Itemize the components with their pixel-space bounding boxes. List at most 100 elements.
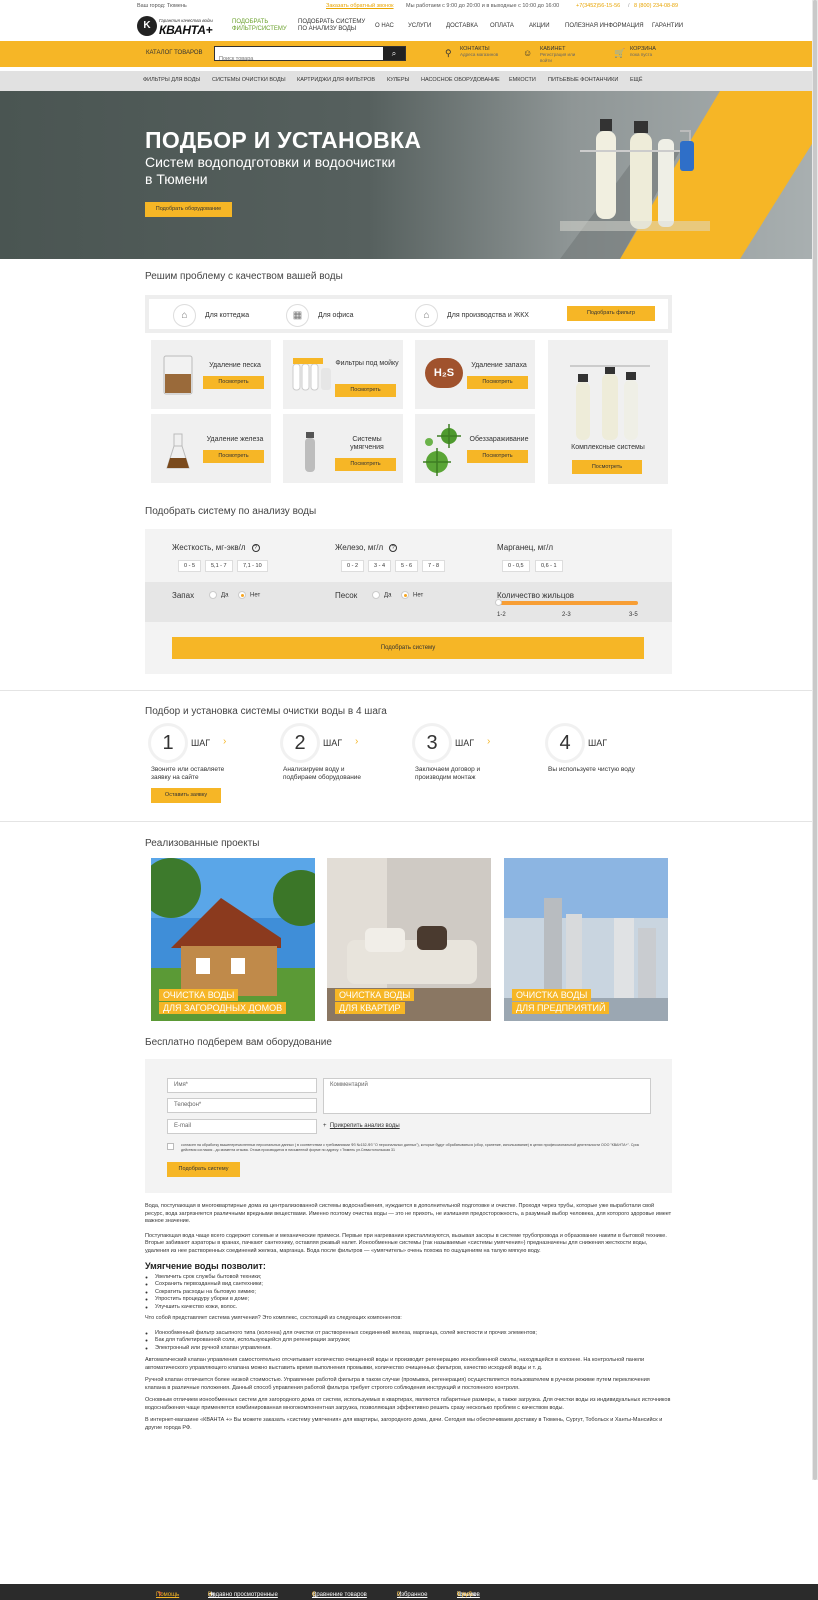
hero-subtitle-line: Систем водоподготовки и водоочистки — [145, 154, 396, 170]
category-tanks[interactable]: ЕМКОСТИ — [509, 77, 536, 83]
plus-icon: + — [323, 1123, 330, 1129]
view-button[interactable]: Посмотреть — [203, 376, 264, 389]
smell-yes-radio[interactable]: Да — [209, 591, 228, 599]
card-disinfection[interactable]: Обеззараживание Посмотреть — [415, 414, 535, 483]
manganese-option[interactable]: 0,6 - 1 — [535, 560, 563, 572]
form-submit-button[interactable]: Подобрать систему — [167, 1162, 240, 1177]
slider-handle[interactable] — [495, 599, 502, 606]
phone-free[interactable]: 8 (800) 234-08-89 — [634, 3, 678, 9]
card-sand-removal[interactable]: Удаление песка Посмотреть — [151, 340, 271, 409]
sand-no-radio[interactable]: Нет — [401, 591, 423, 599]
attach-analysis-link[interactable]: + Прикрепить анализ воды — [323, 1123, 400, 1129]
step-desc: Вы используете чистую воду — [548, 766, 635, 773]
catalog-button[interactable]: КАТАЛОГ ТОВАРОВ — [146, 50, 203, 56]
project-country-houses[interactable]: ОЧИСТКА ВОДЫ ДЛЯ ЗАГОРОДНЫХ ДОМОВ — [151, 858, 315, 1021]
project-apartments[interactable]: ОЧИСТКА ВОДЫ ДЛЯ КВАРТИР — [327, 858, 491, 1021]
help-icon[interactable]: ? — [251, 543, 260, 552]
smell-no-radio[interactable]: Нет — [238, 591, 260, 599]
hardness-option[interactable]: 5,1 - 7 — [205, 560, 233, 572]
hardness-option[interactable]: 0 - 5 — [178, 560, 202, 572]
search-icon: ⌕ — [391, 49, 397, 58]
card-sink-filters[interactable]: Фильтры под мойку Посмотреть — [283, 340, 403, 409]
phone-field[interactable]: Телефон* — [167, 1098, 317, 1113]
contacts-link[interactable]: КОНТАКТЫ Адреса магазинов — [460, 46, 498, 58]
nav-guarantees[interactable]: ГАРАНТИИ — [652, 23, 683, 30]
top-info-bar: Ваш город: Тюмень Заказать обратный звон… — [0, 0, 818, 12]
consent-checkbox[interactable] — [167, 1143, 174, 1150]
view-button[interactable]: Посмотреть — [335, 458, 396, 471]
view-button[interactable]: Посмотреть — [203, 450, 264, 463]
project-caption: ДЛЯ КВАРТИР — [335, 1002, 405, 1014]
nav-promotions[interactable]: АКЦИИ — [529, 23, 550, 30]
sand-yes-radio[interactable]: Да — [372, 591, 391, 599]
comment-field[interactable]: Комментарий — [323, 1078, 651, 1114]
card-complex-systems[interactable]: Комплексные системы Посмотреть — [548, 340, 668, 484]
scrollbar[interactable] — [812, 0, 818, 1480]
cabinet-link[interactable]: КАБИНЕТ Регистрация или войти — [540, 46, 575, 64]
search-box: ⌕ — [214, 46, 406, 66]
iron-option[interactable]: 5 - 6 — [395, 560, 419, 572]
category-fountains[interactable]: ПИТЬЕВЫЕ ФОНТАНЧИКИ — [548, 77, 618, 83]
search-button[interactable]: ⌕ — [383, 47, 405, 60]
residents-slider[interactable] — [495, 599, 638, 606]
chevron-right-icon: › — [487, 736, 491, 747]
category-cartridges[interactable]: КАРТРИДЖИ ДЛЯ ФИЛЬТРОВ — [297, 77, 375, 83]
category-systems[interactable]: СИСТЕМЫ ОЧИСТКИ ВОДЫ — [212, 77, 286, 83]
text-paragraph: Поступающая вода чаще всего содержит сол… — [145, 1232, 667, 1254]
logo[interactable]: K Гарантия качества воды КВАНТА+ — [137, 14, 217, 38]
phone-separator: / — [628, 3, 630, 9]
text-paragraph: Основным отличием ионообменных систем дл… — [145, 1397, 671, 1411]
card-softening-systems[interactable]: Системы умягчения Посмотреть — [283, 414, 403, 483]
project-enterprises[interactable]: ОЧИСТКА ВОДЫ ДЛЯ ПРЕДПРИЯТИЙ — [504, 858, 668, 1021]
nav-pick-by-analysis[interactable]: ПОДОБРАТЬ СИСТЕМУ ПО АНАЛИЗУ ВОДЫ — [298, 19, 365, 33]
search-input[interactable] — [215, 52, 385, 66]
softener-cylinder-icon — [305, 432, 315, 472]
residents-label: Количество жильцов — [497, 591, 575, 600]
beaker-icon — [163, 355, 193, 395]
iron-option[interactable]: 7 - 8 — [422, 560, 446, 572]
nav-useful-info[interactable]: ПОЛЕЗНАЯ ИНФОРМАЦИЯ — [565, 23, 644, 30]
manganese-option[interactable]: 0 - 0,5 — [502, 560, 530, 572]
analysis-submit-button[interactable]: Подобрать систему — [172, 637, 644, 659]
leave-request-button[interactable]: Оставить заявку — [151, 788, 221, 803]
nav-delivery[interactable]: ДОСТАВКА — [446, 23, 478, 30]
category-pumps[interactable]: НАСОСНОЕ ОБОРУДОВАНИЕ — [421, 77, 500, 83]
help-icon[interactable]: ? — [389, 543, 398, 552]
user-icon: ☺ — [523, 48, 533, 58]
complex-system-image — [570, 365, 650, 440]
iron-option[interactable]: 3 - 4 — [368, 560, 392, 572]
category-bar: ФИЛЬТРЫ ДЛЯ ВОДЫ СИСТЕМЫ ОЧИСТКИ ВОДЫ КА… — [0, 71, 818, 91]
category-coolers[interactable]: КУЛЕРЫ — [387, 77, 409, 83]
hero-pick-button[interactable]: Подобрать оборудование — [145, 202, 232, 217]
iron-option[interactable]: 0 - 2 — [341, 560, 365, 572]
step-4: 4 ШАГ Вы используете чистую воду — [548, 726, 668, 806]
hardness-option[interactable]: 7,1 - 10 — [237, 560, 268, 572]
view-button[interactable]: Посмотреть — [335, 384, 396, 397]
name-field[interactable]: Имя* — [167, 1078, 317, 1093]
scrollbar-thumb[interactable] — [813, 0, 817, 1480]
city-selector[interactable]: Ваш город: Тюмень — [137, 3, 187, 9]
nav-label: ПО АНАЛИЗУ ВОДЫ — [298, 26, 357, 32]
category-more[interactable]: ЕЩЁ — [630, 77, 643, 83]
tab-label: Для офиса — [318, 312, 354, 319]
consent-text: согласен на обработку вышеперечисленных … — [181, 1143, 640, 1152]
view-button[interactable]: Посмотреть — [467, 376, 528, 389]
text-paragraph: Что собой представляет система умягчения… — [145, 1315, 402, 1321]
phone-local[interactable]: +7(3452)56-15-56 — [576, 3, 620, 9]
card-iron-removal[interactable]: Удаление железа Посмотреть — [151, 414, 271, 483]
steps-heading: Подбор и установка системы очистки воды … — [145, 706, 387, 717]
callback-link[interactable]: Заказать обратный звонок — [326, 3, 394, 9]
pick-filter-button[interactable]: Подобрать фильтр — [567, 306, 655, 321]
category-filters[interactable]: ФИЛЬТРЫ ДЛЯ ВОДЫ — [143, 77, 200, 83]
email-field[interactable]: E-mail — [167, 1119, 317, 1134]
cart-link[interactable]: КОРЗИНА пока пуста — [630, 46, 656, 58]
nav-pick-filter[interactable]: ПОДОБРАТЬ ФИЛЬТР/СИСТЕМУ — [232, 19, 287, 33]
view-button[interactable]: Посмотреть — [467, 450, 528, 463]
nav-payment[interactable]: ОПЛАТА — [490, 23, 514, 30]
request-form: Имя* Телефон* E-mail Комментарий + Прикр… — [145, 1059, 672, 1193]
card-smell-removal[interactable]: H₂S Удаление запаха Посмотреть — [415, 340, 535, 409]
view-button[interactable]: Посмотреть — [572, 460, 642, 474]
house-icon: ⌂ — [173, 304, 196, 327]
nav-about[interactable]: О НАС — [375, 23, 394, 30]
nav-services[interactable]: УСЛУГИ — [408, 23, 431, 30]
